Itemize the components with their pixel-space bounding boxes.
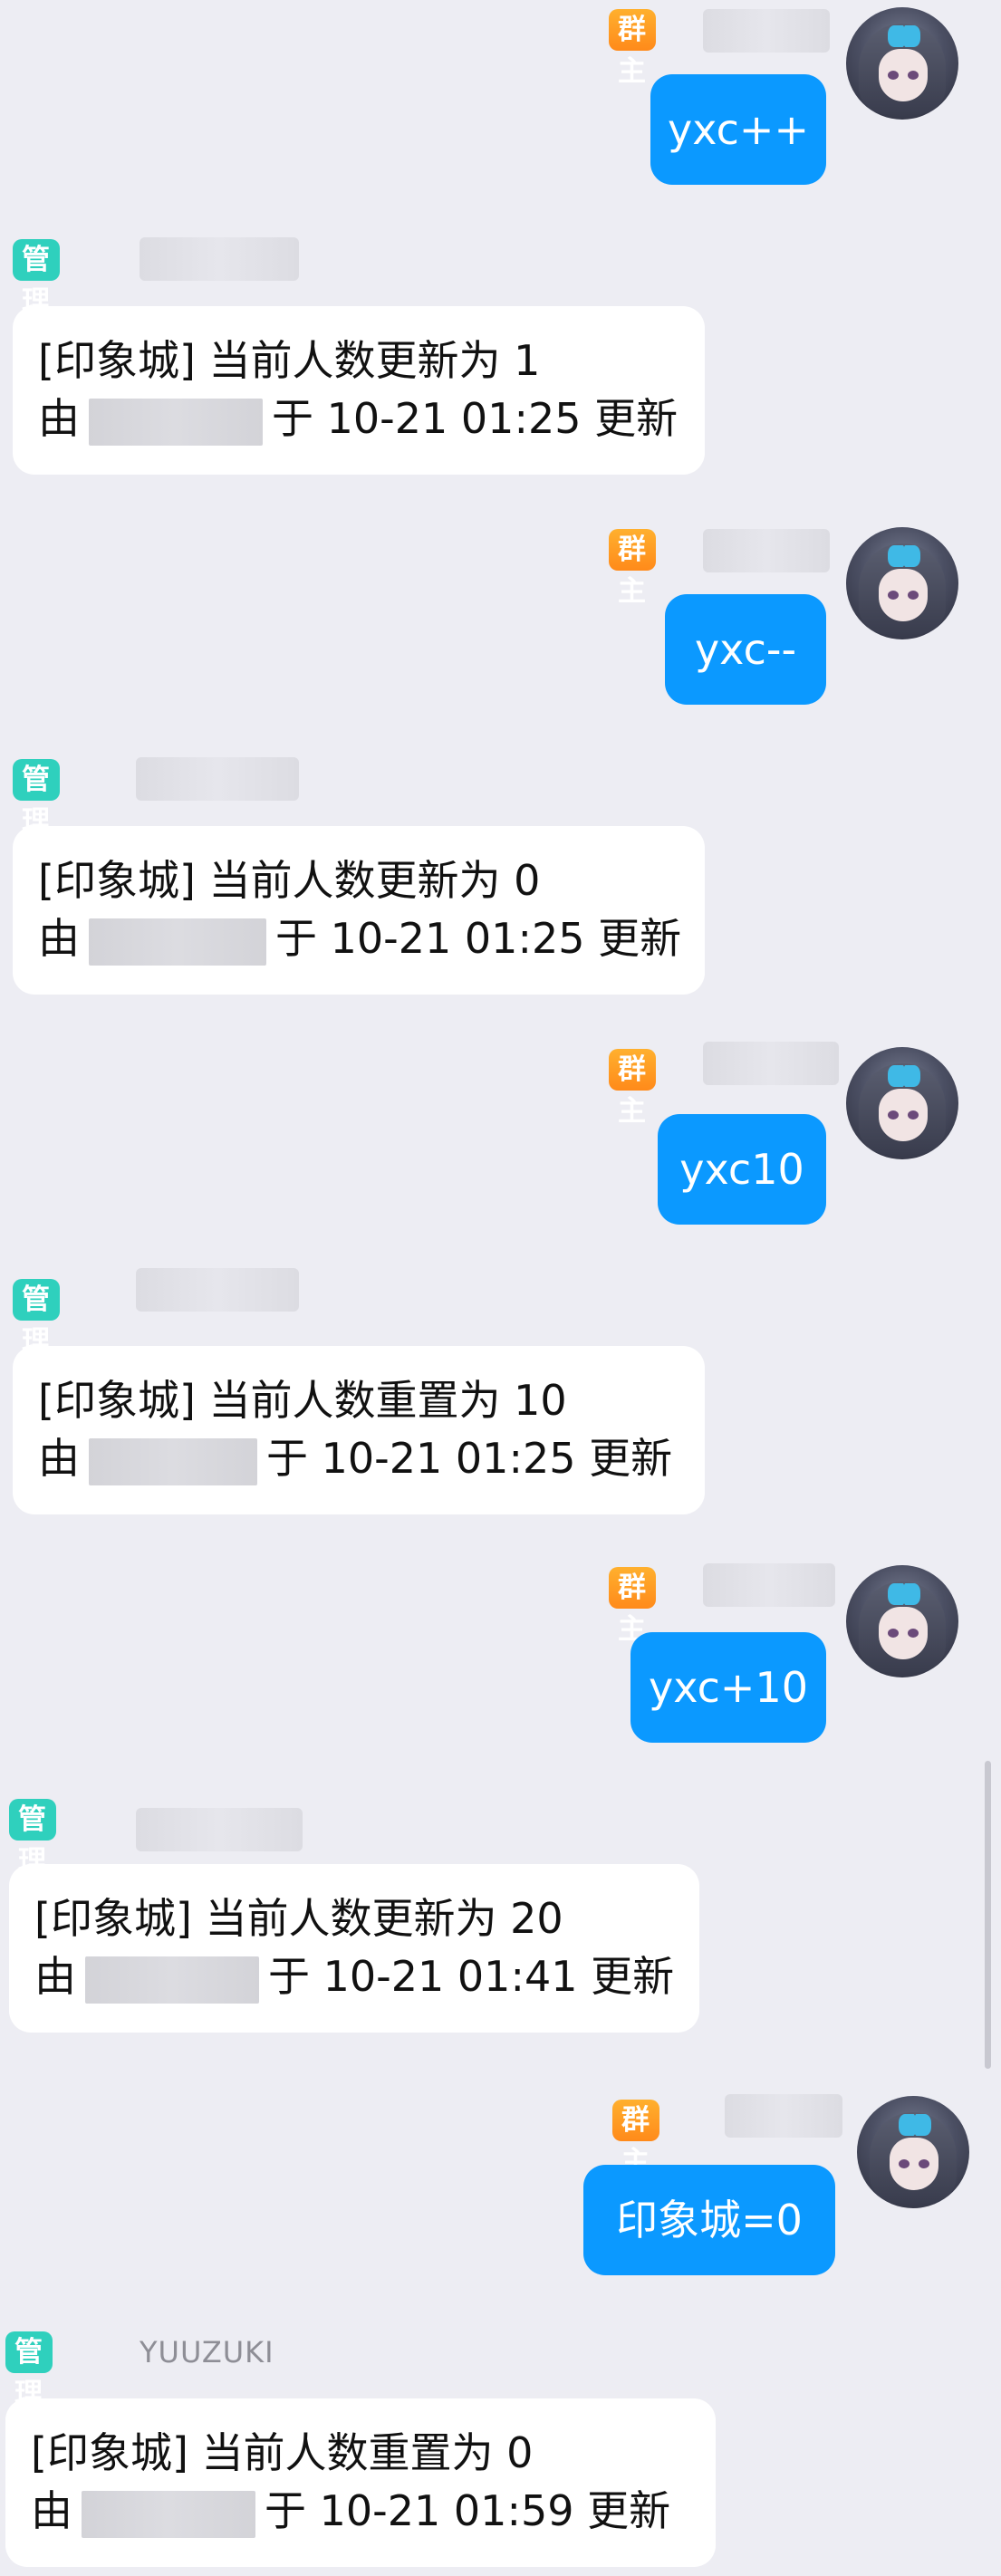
- user-avatar[interactable]: [857, 2096, 969, 2208]
- owner-badge: 群主: [609, 1567, 656, 1646]
- user-avatar[interactable]: [846, 7, 958, 120]
- bot-reply-bubble[interactable]: [印象城] 当前人数更新为 0 由 于 10-21 01:25 更新: [13, 826, 705, 995]
- admin-badge: 管理员: [5, 2331, 53, 2452]
- admin-badge: 管理员: [13, 239, 60, 360]
- reply-prefix: 由: [38, 914, 80, 963]
- reply-suffix: 于 10-21 01:25 更新: [275, 914, 682, 963]
- user-avatar[interactable]: [846, 1047, 958, 1159]
- sender-name-redacted: [703, 529, 830, 572]
- sender-name-redacted: [140, 237, 299, 281]
- reply-line-2: 由 于 10-21 01:25 更新: [38, 389, 705, 447]
- sender-name-redacted: [703, 9, 830, 53]
- sender-name-redacted: [136, 757, 299, 801]
- sender-name-redacted: [136, 1268, 299, 1312]
- redacted-user: [89, 1437, 257, 1485]
- bot-reply-bubble[interactable]: [印象城] 当前人数更新为 1 由 于 10-21 01:25 更新: [13, 306, 705, 475]
- reply-suffix: 于 10-21 01:59 更新: [265, 2486, 671, 2535]
- sender-name: YUUZUKI: [140, 2335, 274, 2369]
- message-bubble[interactable]: yxc--: [665, 594, 826, 705]
- admin-badge: 管理员: [13, 759, 60, 879]
- reply-prefix: 由: [31, 2486, 72, 2535]
- reply-line-1: [印象城] 当前人数重置为 10: [38, 1376, 567, 1425]
- owner-badge: 群主: [609, 529, 656, 608]
- sender-name-redacted: [725, 2094, 842, 2138]
- reply-line-1: [印象城] 当前人数更新为 0: [38, 856, 541, 905]
- owner-badge: 群主: [609, 1049, 656, 1128]
- message-bubble[interactable]: yxc10: [658, 1114, 826, 1225]
- sender-name-redacted: [136, 1808, 303, 1851]
- redacted-user: [89, 398, 263, 446]
- sender-name-redacted: [703, 1042, 839, 1085]
- admin-badge: 管理员: [13, 1279, 60, 1399]
- message-bubble[interactable]: 印象城=0: [583, 2165, 835, 2275]
- reply-line-2: 由 于 10-21 01:25 更新: [38, 1429, 705, 1487]
- reply-prefix: 由: [34, 1952, 76, 2001]
- bot-reply-bubble[interactable]: [印象城] 当前人数重置为 0 由 于 10-21 01:59 更新: [5, 2398, 716, 2567]
- redacted-user: [89, 918, 266, 966]
- scrollbar[interactable]: [985, 1761, 991, 2069]
- message-bubble[interactable]: yxc++: [650, 74, 826, 185]
- reply-line-2: 由 于 10-21 01:59 更新: [31, 2482, 716, 2540]
- reply-line-2: 由 于 10-21 01:25 更新: [38, 909, 705, 967]
- user-avatar[interactable]: [846, 527, 958, 639]
- user-avatar[interactable]: [846, 1565, 958, 1677]
- redacted-user: [85, 1956, 259, 2004]
- reply-line-2: 由 于 10-21 01:41 更新: [34, 1947, 699, 2005]
- reply-prefix: 由: [38, 394, 80, 443]
- reply-suffix: 于 10-21 01:41 更新: [268, 1952, 675, 2001]
- bot-reply-bubble[interactable]: [印象城] 当前人数更新为 20 由 于 10-21 01:41 更新: [9, 1864, 699, 2033]
- reply-suffix: 于 10-21 01:25 更新: [266, 1434, 673, 1483]
- reply-line-1: [印象城] 当前人数更新为 1: [38, 336, 541, 385]
- reply-line-1: [印象城] 当前人数更新为 20: [34, 1894, 563, 1943]
- redacted-user: [82, 2490, 255, 2538]
- message-bubble[interactable]: yxc+10: [630, 1632, 826, 1743]
- reply-line-1: [印象城] 当前人数重置为 0: [31, 2428, 534, 2477]
- owner-badge: 群主: [612, 2100, 659, 2178]
- admin-badge: 管理员: [9, 1799, 56, 1919]
- reply-prefix: 由: [38, 1434, 80, 1483]
- reply-suffix: 于 10-21 01:25 更新: [272, 394, 679, 443]
- bot-reply-bubble[interactable]: [印象城] 当前人数重置为 10 由 于 10-21 01:25 更新: [13, 1346, 705, 1514]
- owner-badge: 群主: [609, 9, 656, 88]
- sender-name-redacted: [703, 1563, 835, 1607]
